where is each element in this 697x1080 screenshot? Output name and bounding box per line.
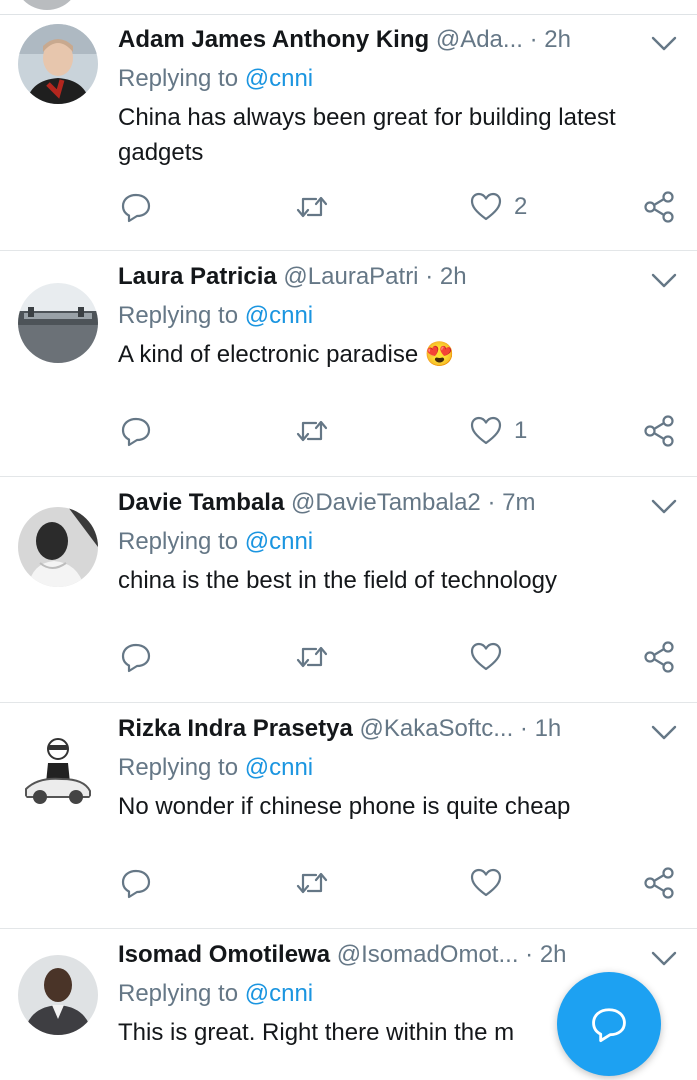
user-handle[interactable]: @KakaSoftc... (359, 715, 513, 742)
mention-link[interactable]: @cnni (245, 65, 313, 92)
compose-reply-button[interactable] (557, 972, 661, 1076)
timestamp[interactable]: 1h (535, 715, 562, 742)
replying-to: Replying to @cnni (118, 751, 313, 785)
tweet-header: Isomad Omotilewa @IsomadOmot... · 2h (118, 938, 637, 972)
share-button[interactable] (642, 190, 676, 224)
user-handle[interactable]: @DavieTambala2 (291, 489, 481, 516)
replying-label: Replying to (118, 65, 239, 92)
tweet[interactable]: Davie Tambala @DavieTambala2 · 7m Replyi… (0, 477, 697, 703)
previous-tweet-edge (0, 0, 697, 15)
retweet-icon (296, 646, 328, 668)
share-button[interactable] (642, 866, 676, 900)
tweet-text: China has always been great for building… (118, 104, 616, 166)
tweet-text: A kind of electronic paradise 😍 (118, 337, 681, 372)
reply-button[interactable] (120, 190, 152, 224)
reply-icon (121, 643, 151, 673)
mention-link[interactable]: @cnni (245, 302, 313, 329)
heart-icon (470, 642, 502, 671)
retweet-button[interactable] (294, 414, 330, 448)
reply-button[interactable] (120, 640, 152, 674)
replying-to: Replying to @cnni (118, 525, 313, 559)
replying-label: Replying to (118, 302, 239, 329)
heart-icon (470, 192, 502, 221)
tweet[interactable]: Rizka Indra Prasetya @KakaSoftc... · 1h … (0, 703, 697, 929)
emoji-heart-eyes: 😍 (424, 341, 455, 368)
heart-icon (470, 416, 502, 445)
reply-button[interactable] (120, 414, 152, 448)
avatar-partial (14, 0, 80, 10)
chevron-down-icon[interactable] (651, 725, 677, 741)
separator-dot: · (487, 489, 496, 516)
user-handle[interactable]: @LauraPatri (283, 263, 418, 290)
retweet-icon (296, 872, 328, 894)
tweet[interactable]: Laura Patricia @LauraPatri · 2h Replying… (0, 251, 697, 477)
tweet-header: Davie Tambala @DavieTambala2 · 7m (118, 486, 637, 520)
tweet-text: No wonder if chinese phone is quite chea… (118, 793, 571, 820)
avatar[interactable] (18, 955, 98, 1035)
retweet-button[interactable] (294, 640, 330, 674)
display-name[interactable]: Davie Tambala (118, 489, 284, 516)
chevron-down-icon[interactable] (651, 951, 677, 967)
tweet[interactable]: Adam James Anthony King @Ada... · 2h Rep… (0, 14, 697, 251)
separator-dot: · (425, 263, 434, 290)
share-icon (644, 191, 674, 223)
like-button[interactable] (470, 866, 514, 900)
replying-label: Replying to (118, 528, 239, 555)
display-name[interactable]: Isomad Omotilewa (118, 941, 330, 968)
share-icon (644, 641, 674, 673)
like-count: 2 (514, 193, 528, 220)
retweet-button[interactable] (294, 866, 330, 900)
avatar[interactable] (18, 283, 98, 363)
timestamp[interactable]: 2h (544, 26, 571, 53)
chevron-down-icon[interactable] (651, 273, 677, 289)
share-icon (644, 415, 674, 447)
reply-icon (121, 869, 151, 899)
user-handle[interactable]: @Ada... (436, 26, 523, 53)
like-count: 1 (514, 417, 528, 444)
retweet-button[interactable] (294, 190, 330, 224)
separator-dot: · (525, 941, 534, 968)
replying-to: Replying to @cnni (118, 977, 313, 1011)
display-name[interactable]: Laura Patricia (118, 263, 277, 290)
timestamp[interactable]: 7m (502, 489, 535, 516)
like-button[interactable]: 1 (470, 414, 527, 448)
display-name[interactable]: Adam James Anthony King (118, 26, 429, 53)
timestamp[interactable]: 2h (440, 263, 467, 290)
heart-icon (470, 868, 502, 897)
mention-link[interactable]: @cnni (245, 980, 313, 1007)
reply-icon (121, 417, 151, 447)
separator-dot: · (519, 715, 528, 742)
like-button[interactable]: 2 (470, 190, 527, 224)
chevron-down-icon[interactable] (651, 499, 677, 515)
tweet-header: Laura Patricia @LauraPatri · 2h (118, 260, 637, 294)
timestamp[interactable]: 2h (540, 941, 567, 968)
tweet-header: Rizka Indra Prasetya @KakaSoftc... · 1h (118, 712, 637, 746)
share-button[interactable] (642, 414, 676, 448)
replying-label: Replying to (118, 754, 239, 781)
share-button[interactable] (642, 640, 676, 674)
tweet-text-body: A kind of electronic paradise (118, 341, 419, 368)
replying-to: Replying to @cnni (118, 62, 313, 96)
separator-dot: · (529, 26, 538, 53)
mention-link[interactable]: @cnni (245, 528, 313, 555)
retweet-icon (296, 196, 328, 218)
replying-to: Replying to @cnni (118, 299, 313, 333)
share-icon (644, 867, 674, 899)
tweet-text: china is the best in the field of techno… (118, 567, 557, 594)
replying-label: Replying to (118, 980, 239, 1007)
avatar[interactable] (18, 507, 98, 587)
like-button[interactable] (470, 640, 514, 674)
mention-link[interactable]: @cnni (245, 754, 313, 781)
reply-button[interactable] (120, 866, 152, 900)
display-name[interactable]: Rizka Indra Prasetya (118, 715, 353, 742)
reply-icon (121, 193, 151, 223)
compose-reply-icon (592, 1008, 626, 1043)
avatar[interactable] (18, 733, 98, 813)
retweet-icon (296, 420, 328, 442)
chevron-down-icon[interactable] (651, 36, 677, 52)
avatar[interactable] (18, 24, 98, 104)
tweet-header: Adam James Anthony King @Ada... · 2h (118, 23, 637, 57)
user-handle[interactable]: @IsomadOmot... (337, 941, 519, 968)
